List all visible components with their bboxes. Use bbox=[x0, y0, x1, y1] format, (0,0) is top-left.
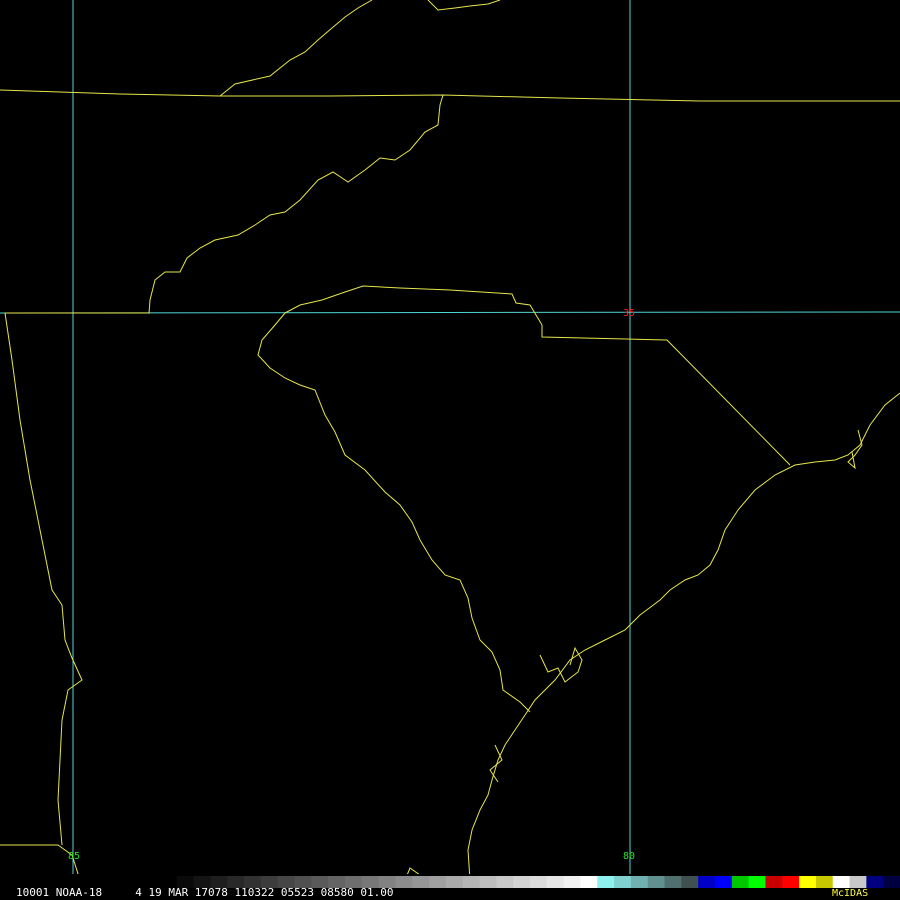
color-bar-swatch bbox=[832, 876, 851, 888]
border-virginia-north-carolina bbox=[0, 89, 900, 102]
color-bar-swatch bbox=[630, 876, 649, 888]
coastline-atlantic bbox=[467, 392, 900, 881]
color-bar-swatch bbox=[815, 876, 834, 888]
color-bar-swatch bbox=[563, 876, 581, 888]
color-bar-swatch bbox=[462, 876, 481, 888]
color-bar-swatch bbox=[479, 876, 497, 888]
color-bar-swatch bbox=[698, 876, 716, 888]
color-bar-swatch bbox=[681, 876, 699, 888]
border-alabama-georgia bbox=[4, 312, 83, 846]
color-bar-swatch bbox=[748, 876, 766, 888]
color-bar-swatch bbox=[395, 876, 413, 888]
color-bar-swatch bbox=[580, 876, 598, 888]
color-bar-swatch bbox=[731, 876, 750, 888]
color-bar-swatch bbox=[782, 876, 800, 888]
status-bar-text: 10001 NOAA-18 4 19 MAR 17078 110322 0552… bbox=[16, 886, 394, 899]
color-bar-swatch bbox=[597, 876, 615, 888]
coastline-georgia-islands bbox=[489, 744, 503, 783]
border-georgia-south-carolina bbox=[257, 312, 531, 713]
color-bar-swatch bbox=[866, 876, 884, 888]
coastline-sea-islands bbox=[539, 646, 583, 683]
color-bar-swatch bbox=[664, 876, 682, 888]
color-bar-swatch bbox=[715, 876, 733, 888]
color-bar-swatch bbox=[765, 876, 783, 888]
longitude-label-80: 80 bbox=[623, 851, 635, 862]
border-kentucky-virginia bbox=[219, 0, 373, 97]
color-bar-swatch bbox=[412, 876, 430, 888]
satellite-map-frame: 35 85 80 10001 NOAA-18 4 19 MAR 17078 11… bbox=[0, 0, 900, 900]
mcidas-brand: McIDAS bbox=[832, 888, 868, 899]
color-bar-swatch bbox=[849, 876, 867, 888]
color-bar-swatch bbox=[546, 876, 565, 888]
longitude-label-85: 85 bbox=[68, 851, 80, 862]
border-west-virginia-virginia bbox=[427, 0, 501, 11]
color-bar-swatch bbox=[513, 876, 531, 888]
color-bar-swatch bbox=[445, 876, 464, 888]
color-bar-swatch bbox=[647, 876, 666, 888]
color-bar-swatch bbox=[799, 876, 817, 888]
latitude-label: 35 bbox=[623, 308, 635, 319]
color-bar-swatch bbox=[614, 876, 632, 888]
color-bar-swatch bbox=[429, 876, 447, 888]
color-bar-swatch bbox=[496, 876, 514, 888]
border-tennessee-north-carolina bbox=[148, 94, 444, 314]
map-canvas: 35 85 80 10001 NOAA-18 4 19 MAR 17078 11… bbox=[0, 0, 900, 900]
color-bar-swatch bbox=[530, 876, 548, 888]
color-bar-swatch bbox=[883, 876, 900, 888]
